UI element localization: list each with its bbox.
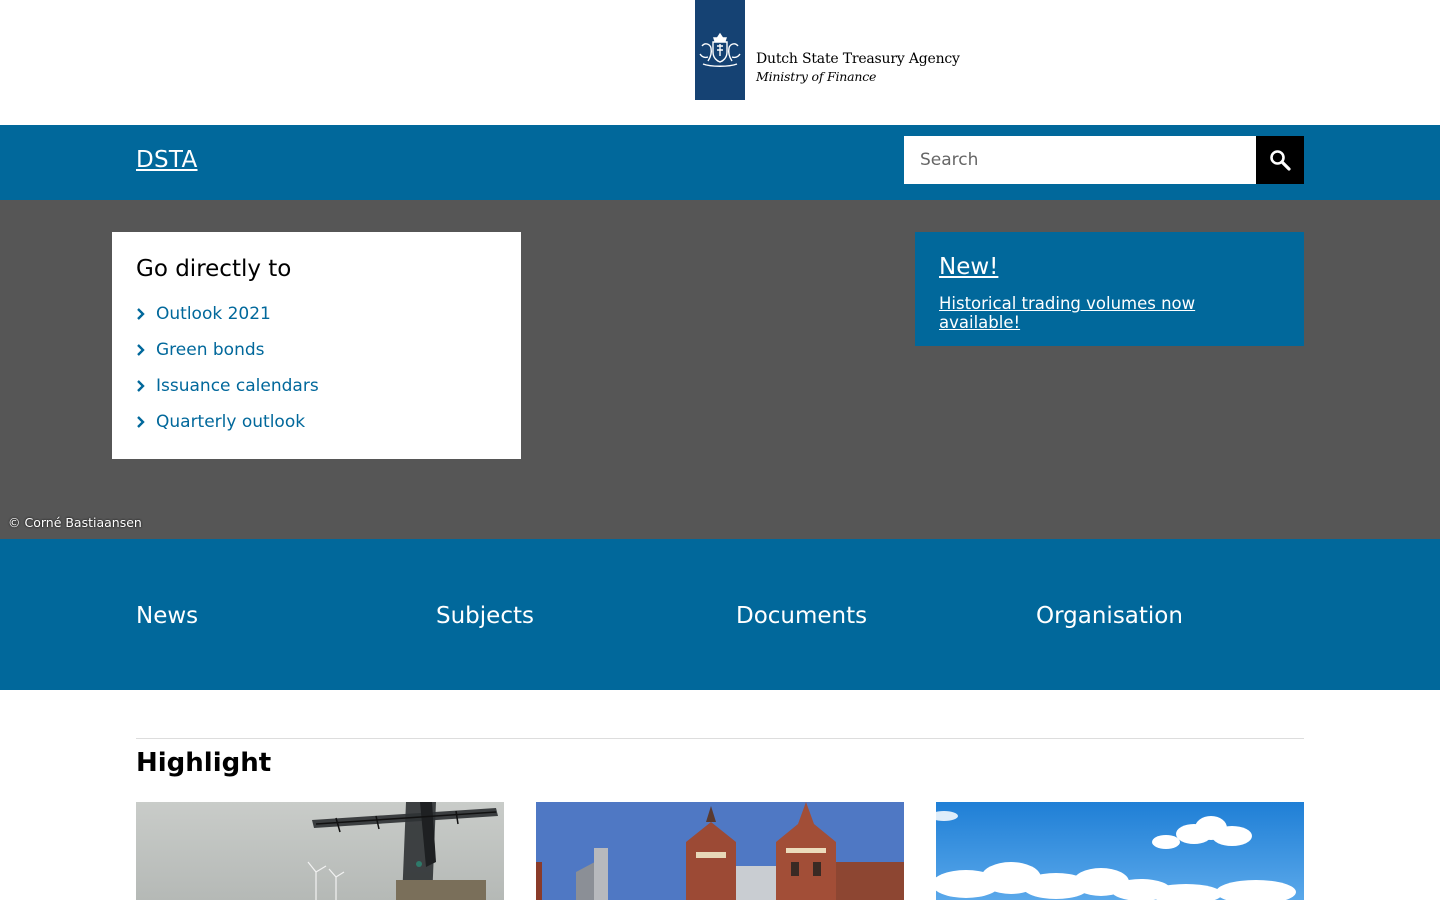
- nav-organisation[interactable]: Organisation: [1036, 603, 1183, 629]
- historic-building-image: [536, 802, 904, 900]
- logo-subtitle: Ministry of Finance: [756, 69, 877, 84]
- nav-documents[interactable]: Documents: [736, 603, 867, 629]
- logo-title: Dutch State Treasury Agency: [756, 51, 960, 67]
- site-header: Dutch State Treasury Agency Ministry of …: [0, 0, 1440, 125]
- logo-emblem[interactable]: [695, 0, 745, 100]
- photo-credit: © Corné Bastiaansen: [8, 515, 142, 530]
- hero-banner: Go directly to Outlook 2021 Green bonds …: [0, 200, 1440, 539]
- go-directly-panel: Go directly to Outlook 2021 Green bonds …: [112, 232, 521, 459]
- new-title-link[interactable]: New!: [939, 254, 998, 280]
- highlight-card-building[interactable]: [536, 802, 904, 900]
- section-divider: [136, 738, 1304, 739]
- list-item: Quarterly outlook: [136, 404, 497, 440]
- historical-volumes-link[interactable]: Historical trading volumes now available…: [939, 294, 1280, 332]
- new-announcement-panel: New! Historical trading volumes now avai…: [915, 232, 1304, 346]
- search-button[interactable]: [1256, 136, 1304, 184]
- list-item: Outlook 2021: [136, 296, 497, 332]
- highlight-heading: Highlight: [136, 748, 272, 778]
- link-green-bonds[interactable]: Green bonds: [156, 340, 265, 360]
- main-navigation: News Subjects Documents Organisation: [0, 539, 1440, 690]
- link-quarterly-outlook[interactable]: Quarterly outlook: [156, 412, 305, 432]
- highlight-card-windmill[interactable]: [136, 802, 504, 900]
- chevron-right-icon: [136, 308, 156, 320]
- chevron-right-icon: [136, 380, 156, 392]
- site-brand-link[interactable]: DSTA: [136, 147, 198, 173]
- search-input[interactable]: [904, 136, 1256, 184]
- coat-of-arms-icon: [699, 32, 741, 67]
- list-item: Issuance calendars: [136, 368, 497, 404]
- go-directly-list: Outlook 2021 Green bonds Issuance calend…: [136, 296, 497, 440]
- top-bar: DSTA: [0, 125, 1440, 200]
- link-issuance-calendars[interactable]: Issuance calendars: [156, 376, 319, 396]
- nav-subjects[interactable]: Subjects: [436, 603, 534, 629]
- cloudy-sky-image: [936, 802, 1304, 900]
- windmill-image: [136, 802, 504, 900]
- highlight-card-landscape[interactable]: [936, 802, 1304, 900]
- link-outlook-2021[interactable]: Outlook 2021: [156, 304, 271, 324]
- search-icon: [1270, 150, 1291, 171]
- logo-wordmark[interactable]: Dutch State Treasury Agency Ministry of …: [756, 50, 960, 86]
- chevron-right-icon: [136, 344, 156, 356]
- go-directly-title: Go directly to: [136, 256, 292, 282]
- list-item: Green bonds: [136, 332, 497, 368]
- nav-news[interactable]: News: [136, 603, 198, 629]
- chevron-right-icon: [136, 416, 156, 428]
